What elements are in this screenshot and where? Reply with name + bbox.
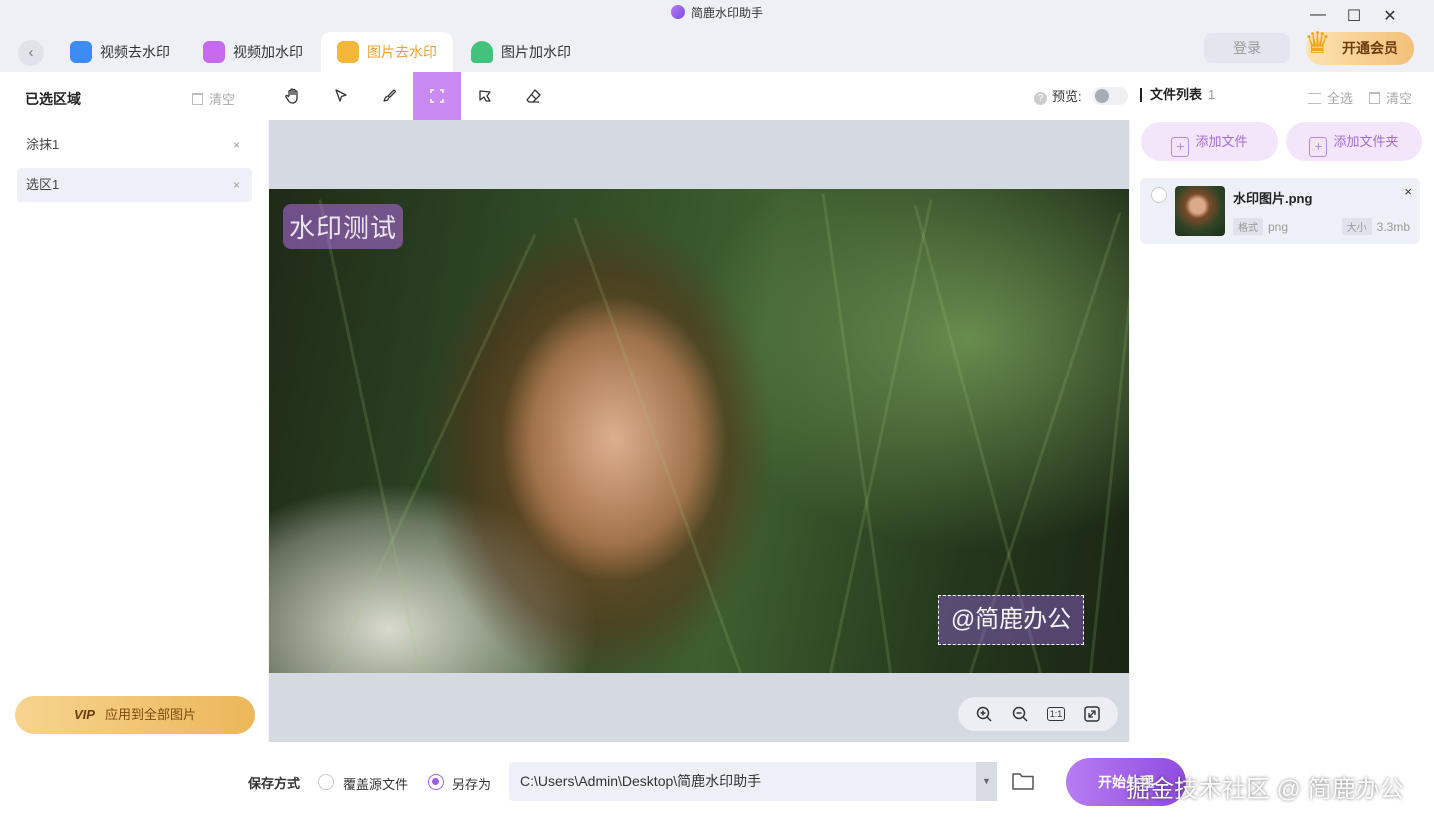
pointer-icon [335, 89, 347, 102]
path-dropdown-button[interactable]: ▼ [976, 762, 997, 801]
clear-files-button[interactable]: 清空 [1369, 88, 1412, 107]
tab-video-add-watermark[interactable]: 视频加水印 [187, 32, 319, 72]
zoom-toolbar: 1:1 [958, 697, 1118, 731]
tab-label: 视频去水印 [100, 44, 170, 60]
hand-tool-button[interactable] [269, 72, 317, 120]
chevron-left-icon: ‹ [28, 44, 34, 61]
tab-image-remove-watermark[interactable]: 图片去水印 [321, 32, 453, 72]
eraser-icon [525, 88, 541, 103]
grass-stroke [1089, 191, 1129, 673]
file-list-title: 文件列表 1 [1140, 88, 1215, 102]
panel-title: 已选区域 [25, 91, 81, 107]
tab-image-add-watermark[interactable]: 图片加水印 [455, 32, 587, 72]
caret-down-icon: ▼ [982, 776, 991, 786]
remove-region-icon[interactable]: × [233, 168, 240, 202]
pointer-tool-button[interactable] [317, 72, 365, 120]
zoom-in-icon [976, 706, 992, 722]
add-file-button[interactable]: + 添加文件 [1141, 122, 1278, 161]
minimize-button[interactable]: — [1308, 6, 1328, 24]
file-size: 大小 3.3mb [1341, 218, 1410, 235]
grass-stroke [329, 233, 537, 673]
image-canvas[interactable]: 水印测试 @简鹿办公 1:1 [269, 120, 1129, 742]
crown-icon: ♛ [1304, 27, 1331, 60]
region-label: 涂抹1 [26, 137, 60, 152]
rect-select-icon [430, 89, 444, 103]
rect-select-tool-button[interactable] [413, 72, 461, 120]
file-list-panel [1130, 72, 1434, 752]
region-label: 选区1 [26, 177, 60, 192]
remove-region-icon[interactable]: × [233, 128, 240, 162]
preview-toggle[interactable] [1092, 87, 1128, 105]
video-remove-icon [70, 41, 92, 63]
overwrite-label[interactable]: 覆盖源文件 [343, 774, 408, 793]
file-format: 格式 png [1233, 218, 1288, 235]
selected-regions-panel: 已选区域 清空 涂抹1 × 选区1 × VIP 应用到全部图片 [0, 72, 268, 752]
actual-size-icon: 1:1 [1046, 707, 1066, 721]
remove-file-icon[interactable]: × [1404, 184, 1412, 199]
save-mode-label: 保存方式 [248, 776, 301, 791]
save-as-label[interactable]: 另存为 [452, 774, 491, 793]
fit-screen-button[interactable] [1080, 702, 1104, 726]
brush-tool-button[interactable] [365, 72, 413, 120]
zoom-in-button[interactable] [972, 702, 996, 726]
add-file-icon: + [1171, 137, 1190, 157]
folder-icon [1012, 773, 1034, 790]
app-logo-icon [670, 5, 685, 19]
image-add-icon [471, 41, 493, 63]
preview-label: ? 预览: [1034, 86, 1082, 105]
select-all-button[interactable]: 全选 [1308, 88, 1353, 107]
eraser-tool-button[interactable] [509, 72, 557, 120]
add-folder-button[interactable]: + 添加文件夹 [1286, 122, 1422, 161]
hand-icon [285, 88, 298, 104]
login-button[interactable]: 登录 [1204, 33, 1290, 63]
output-path-field[interactable]: C:\Users\Admin\Desktop\简鹿水印助手 [509, 762, 997, 801]
region-item[interactable]: 涂抹1 × [17, 128, 252, 162]
file-name: 水印图片.png [1233, 191, 1313, 206]
brush-icon [383, 89, 397, 102]
vip-badge: VIP [74, 707, 95, 722]
actual-size-button[interactable]: 1:1 [1044, 702, 1068, 726]
tab-video-remove-watermark[interactable]: 视频去水印 [54, 32, 186, 72]
file-thumbnail [1175, 186, 1225, 236]
trash-icon [1369, 92, 1380, 104]
browse-folder-button[interactable] [1011, 770, 1035, 792]
lasso-icon [479, 90, 491, 102]
selected-watermark-region[interactable]: @简鹿办公 [938, 595, 1084, 645]
back-button[interactable]: ‹ [18, 40, 44, 66]
list-check-icon [1308, 93, 1321, 104]
grass-stroke [573, 217, 742, 673]
file-checkbox[interactable] [1151, 187, 1167, 203]
image-remove-icon [337, 41, 359, 63]
add-folder-icon: + [1309, 137, 1328, 157]
video-add-icon [203, 41, 225, 63]
watermark-text-1: 水印测试 [283, 204, 404, 249]
app-title: 简鹿水印助手 [0, 4, 1434, 21]
tab-label: 图片加水印 [501, 44, 571, 60]
photo-preview[interactable]: 水印测试 @简鹿办公 [269, 189, 1129, 673]
zoom-out-button[interactable] [1008, 702, 1032, 726]
toggle-knob [1095, 89, 1109, 103]
maximize-button[interactable]: ☐ [1344, 6, 1364, 26]
tab-label: 视频加水印 [233, 44, 303, 60]
help-icon[interactable]: ? [1034, 92, 1047, 105]
close-button[interactable]: ✕ [1380, 6, 1400, 26]
file-item[interactable]: 水印图片.png × 格式 png 大小 3.3mb [1140, 178, 1420, 244]
region-item[interactable]: 选区1 × [17, 168, 252, 202]
file-count: 1 [1208, 87, 1216, 102]
clear-regions-button[interactable]: 清空 [192, 89, 235, 108]
fit-screen-icon [1084, 706, 1100, 722]
save-as-radio[interactable] [428, 774, 444, 790]
edit-toolbar [268, 72, 1130, 120]
lasso-tool-button[interactable] [461, 72, 509, 120]
trash-icon [192, 93, 203, 105]
tab-label: 图片去水印 [367, 44, 437, 60]
footer-watermark-text: 掘金技术社区 @ 简鹿办公 [1126, 776, 1404, 803]
apply-to-all-button[interactable]: VIP 应用到全部图片 [15, 696, 255, 734]
zoom-out-icon [1012, 706, 1028, 722]
overwrite-radio[interactable] [318, 774, 334, 790]
grass-stroke [318, 199, 422, 673]
vip-button[interactable]: ♛ 开通会员 [1304, 27, 1414, 65]
